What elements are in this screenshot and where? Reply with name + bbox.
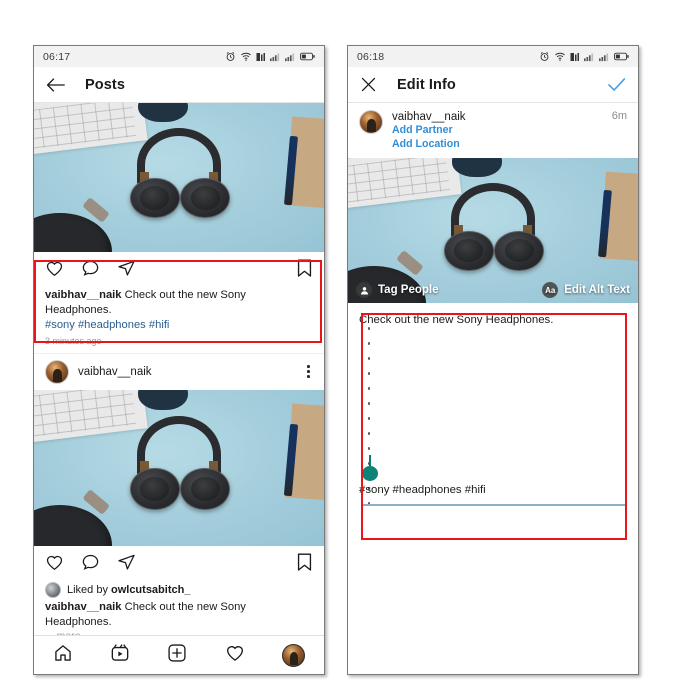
signal-bars-icon-2	[599, 53, 609, 61]
headphone-earcup-left	[443, 230, 494, 271]
alarm-icon	[226, 52, 235, 61]
caption-editor-underline	[361, 504, 625, 507]
liked-by-username[interactable]: owlcutsabitch_	[111, 584, 190, 596]
headphone-earcup-left	[129, 467, 180, 511]
handle-bulb	[362, 466, 378, 482]
post1-action-row	[34, 252, 324, 286]
caption-editor-hashtags[interactable]: #sony #headphones #hifi	[359, 484, 627, 496]
comment-icon[interactable]	[81, 553, 100, 577]
alt-text-aa-icon: Aa	[542, 282, 559, 299]
bookmark-icon[interactable]	[296, 259, 313, 283]
wifi-icon	[555, 52, 565, 61]
post2-caption: vaibhav__naik Check out the new Sony Hea…	[45, 600, 313, 630]
status-bar-right: 06:18	[348, 46, 638, 67]
headphone-earcup-right	[180, 467, 231, 511]
liked-by-prefix: Liked by	[67, 583, 108, 596]
tag-people-button[interactable]: Tag People	[356, 282, 439, 299]
post2-action-row	[34, 545, 324, 580]
profile-avatar-icon[interactable]	[282, 643, 306, 667]
mobile-data-icon	[570, 52, 579, 61]
post1-caption: vaibhav__naik Check out the new Sony Hea…	[45, 288, 313, 318]
post1-photo[interactable]	[34, 103, 324, 252]
headphone-earcup-right	[180, 177, 231, 219]
checkmark-icon[interactable]	[607, 76, 626, 93]
alarm-icon	[540, 52, 549, 61]
signal-bars-icon-1	[584, 53, 594, 61]
activity-heart-icon[interactable]	[225, 643, 245, 668]
tag-people-label: Tag People	[378, 284, 439, 297]
app-bar-posts: Posts	[34, 67, 324, 103]
status-time: 06:18	[357, 50, 385, 63]
headphone-earcup-left	[129, 177, 180, 219]
close-x-icon[interactable]	[360, 76, 377, 93]
home-icon[interactable]	[53, 643, 73, 668]
edit-user-info: vaibhav__naik Add Partner Add Location	[392, 110, 612, 152]
post2-caption-username[interactable]: vaibhav__naik	[45, 601, 122, 613]
status-time: 06:17	[43, 50, 71, 63]
edit-username: vaibhav__naik	[392, 111, 466, 123]
heart-icon[interactable]	[45, 259, 64, 283]
battery-icon	[614, 52, 629, 61]
create-post-icon[interactable]	[167, 643, 187, 668]
post1-caption-block: vaibhav__naik Check out the new Sony Hea…	[34, 286, 324, 353]
post2-avatar[interactable]	[45, 359, 69, 384]
add-location-link[interactable]: Add Location	[392, 138, 612, 152]
bottom-navigation-bar	[34, 635, 324, 674]
post1-caption-username[interactable]: vaibhav__naik	[45, 289, 122, 301]
photo-content	[34, 389, 324, 546]
page-title: Posts	[85, 76, 125, 93]
heart-icon[interactable]	[45, 553, 64, 577]
back-arrow-icon[interactable]	[46, 77, 65, 93]
edit-user-row: vaibhav__naik Add Partner Add Location 6…	[348, 103, 638, 159]
caption-editor[interactable]: Check out the new Sony Headphones. #sony…	[348, 303, 638, 514]
comment-icon[interactable]	[81, 259, 100, 283]
status-bar-left: 06:17	[34, 46, 324, 67]
post2-header: vaibhav__naik	[34, 352, 324, 390]
phone-right: 06:18 Edit Info vaibhav__naik Add Partne…	[347, 45, 639, 675]
headphone-earcup-right	[494, 230, 545, 271]
post1-timestamp: 3 minutes ago	[45, 335, 102, 346]
page-title: Edit Info	[397, 76, 456, 93]
photo-content	[34, 103, 324, 252]
signal-bars-icon-1	[270, 53, 280, 61]
person-tag-icon	[356, 282, 372, 299]
post2-username[interactable]: vaibhav__naik	[78, 366, 304, 378]
status-icon-group	[539, 51, 629, 62]
edit-alt-text-label: Edit Alt Text	[564, 284, 630, 297]
status-icon-group	[225, 51, 315, 62]
share-icon[interactable]	[117, 553, 136, 577]
post2-photo[interactable]	[34, 389, 324, 546]
edit-photo[interactable]: Tag People Aa Edit Alt Text	[348, 158, 638, 304]
share-icon[interactable]	[117, 259, 136, 283]
reels-icon[interactable]	[110, 643, 130, 668]
signal-bars-icon-2	[285, 53, 295, 61]
post-age-label: 6m	[611, 110, 627, 122]
edit-avatar[interactable]	[359, 110, 383, 134]
edit-alt-text-button[interactable]: Aa Edit Alt Text	[542, 282, 630, 299]
post1-hashtags[interactable]: #sony #headphones #hifi	[45, 318, 313, 333]
text-selection-handle[interactable]	[362, 455, 378, 482]
add-partner-link[interactable]: Add Partner	[392, 124, 612, 138]
liker-avatar	[45, 581, 61, 598]
phone-left: 06:17 Posts vaibhav__naik Check out the …	[33, 45, 325, 675]
battery-icon	[300, 52, 315, 61]
more-options-icon[interactable]	[304, 363, 313, 380]
caption-editor-text[interactable]: Check out the new Sony Headphones.	[359, 313, 627, 328]
bookmark-icon[interactable]	[296, 553, 313, 577]
app-bar-edit-info: Edit Info	[348, 67, 638, 103]
wifi-icon	[241, 52, 251, 61]
photo-overlay-actions: Tag People Aa Edit Alt Text	[348, 282, 638, 299]
liked-by-row[interactable]: Liked by owlcutsabitch_	[45, 581, 313, 598]
mobile-data-icon	[256, 52, 265, 61]
